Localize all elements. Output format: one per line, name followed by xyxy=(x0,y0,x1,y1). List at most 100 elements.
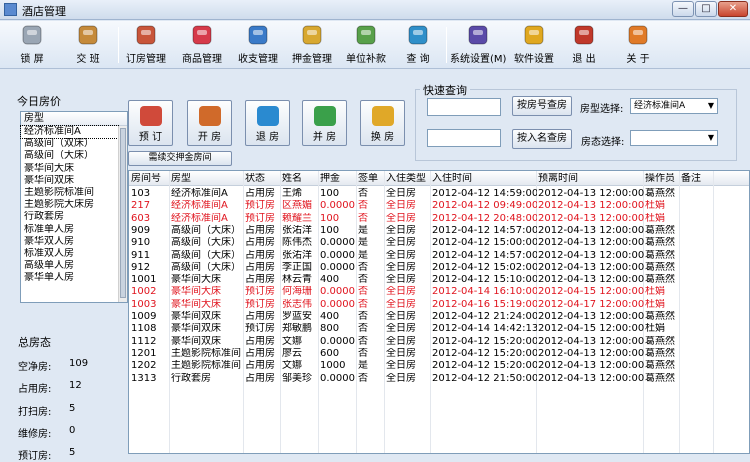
toolbar-button[interactable]: 商品管理 xyxy=(180,23,224,67)
column-header[interactable]: 预离时间 xyxy=(538,173,644,185)
table-cell: 400 xyxy=(320,274,340,286)
toolbar-button[interactable]: 关 于 xyxy=(618,23,658,67)
column-header[interactable]: 姓名 xyxy=(282,173,319,185)
room-type-item[interactable]: 高级间（大床） xyxy=(21,150,118,162)
room-type-column-header[interactable]: 房型 xyxy=(21,112,127,126)
table-row[interactable]: 1002 豪华间大床 预订房 何海珊 0.0000 否 全日房 2012-04-14 16:1… xyxy=(129,286,749,298)
room-type-item[interactable]: 豪华间双床 xyxy=(21,175,118,187)
maximize-button[interactable]: □ xyxy=(695,1,717,17)
room-type-item[interactable]: 标准双人房 xyxy=(21,248,118,260)
action-button-label: 换 房 xyxy=(370,132,395,143)
table-cell: 0.0000 xyxy=(320,249,355,261)
table-cell: 2012-04-13 12:00:00 xyxy=(538,188,644,199)
table-row[interactable]: 911 高级间（大床） 占用房 张㳓洋 0.0000 是 全日房 2012-04-12 14:… xyxy=(129,249,749,262)
search-by-name-button[interactable]: 按入名查房 xyxy=(512,129,572,149)
table-cell: 2012-04-12 14:57:00 xyxy=(432,249,537,261)
table-row[interactable]: 1108 豪华间双床 预订房 郑敏鹏 800 否 全日房 2012-04-14 14:42:1… xyxy=(129,323,749,335)
toolbar-button[interactable]: 查 询 xyxy=(398,23,438,67)
minimize-button[interactable]: — xyxy=(672,1,694,17)
room-type-item[interactable]: 豪华双人房 xyxy=(21,236,118,248)
chevron-down-icon[interactable]: ▼ xyxy=(708,99,714,113)
table-row[interactable]: 603 经济标准间A 预订房 赖耀兰 100 否 全日房 2012-04-12 20:48:0… xyxy=(129,212,749,225)
room-price-list[interactable]: 房型 经济标准间A 高级间（双床） 高级间（大床） 豪华间大床 豪华间双床 主题影院标准间… xyxy=(20,111,128,303)
column-header[interactable]: 入住类型 xyxy=(386,173,431,185)
change-room-button[interactable]: 换 房 xyxy=(360,100,405,146)
guest-name-input[interactable] xyxy=(427,129,501,147)
table-row[interactable]: 1201 主题影院标准间 占用房 廖云 600 否 全日房 2012-04-12 15:20:… xyxy=(129,347,749,360)
summary-label: 空净房: xyxy=(18,362,52,373)
table-cell: 0.0000 xyxy=(320,286,355,298)
chevron-down-icon[interactable]: ▼ xyxy=(708,131,714,145)
toolbar-button[interactable]: 收支管理 xyxy=(236,23,280,67)
table-row[interactable]: 1003 豪华间大床 预订房 张志伟 0.0000 否 全日房 2012-04-16 15:1… xyxy=(129,299,749,311)
table-row[interactable]: 910 高级间（大床） 占用房 陈伟杰 0.0000 是 全日房 2012-04-12 15:… xyxy=(129,237,749,249)
room-type-item[interactable]: 行政套房 xyxy=(21,211,118,223)
room-type-item[interactable]: 标准单人房 xyxy=(21,224,118,236)
room-status-select[interactable]: ▼ xyxy=(630,130,718,146)
column-header[interactable]: 房间号 xyxy=(131,173,169,185)
deposit-due-rooms-button[interactable]: 需续交押金房间 xyxy=(128,151,232,166)
column-header[interactable]: 房型 xyxy=(171,173,243,185)
table-cell: 2012-04-13 12:00:00 xyxy=(538,237,644,249)
toolbar-button[interactable]: 订房管理 xyxy=(124,23,168,67)
table-cell: 高级间（大床） xyxy=(171,237,241,249)
column-header[interactable]: 操作员 xyxy=(645,173,680,185)
search-by-room-button[interactable]: 按房号查房 xyxy=(512,96,572,116)
toolbar-button[interactable]: 系统设置(M) xyxy=(450,23,506,67)
table-row[interactable]: 103 经济标准间A 占用房 王烯 100 否 全日房 2012-04-12 14:59:00… xyxy=(129,188,749,200)
column-header[interactable]: 备注 xyxy=(681,173,721,185)
app-icon xyxy=(4,3,17,16)
column-header[interactable]: 入住时间 xyxy=(432,173,537,185)
toolbar-button[interactable]: 退 出 xyxy=(564,23,604,67)
toolbar-button[interactable]: 押金管理 xyxy=(290,23,334,67)
merge-room-button[interactable]: 并 房 xyxy=(302,100,347,146)
table-row[interactable]: 909 高级间（大床） 占用房 张㳓洋 100 是 全日房 2012-04-12 14:57:… xyxy=(129,225,749,237)
room-type-item[interactable]: 主题影院大床房 xyxy=(21,199,118,211)
room-type-item[interactable]: 豪华单人房 xyxy=(21,272,118,284)
close-button[interactable]: ✕ xyxy=(718,1,748,17)
table-cell: 杜娟 xyxy=(645,212,665,224)
book-button[interactable]: 预 订 xyxy=(128,100,173,146)
room-type-select[interactable]: 经济标准间A ▼ xyxy=(630,98,718,114)
room-type-item[interactable]: 主题影院标准间 xyxy=(21,187,118,199)
table-cell: 葛燕然 xyxy=(645,311,675,322)
open-room-button[interactable]: 开 房 xyxy=(187,100,232,146)
room-type-item[interactable]: 高级间（双床） xyxy=(21,138,118,150)
table-cell: 全日房 xyxy=(386,261,416,273)
scrollbar-thumb[interactable] xyxy=(120,128,126,298)
column-header[interactable]: 状态 xyxy=(245,173,281,185)
summary-label: 维修房: xyxy=(18,429,52,440)
table-row[interactable]: 912 高级间（大床） 占用房 李正国 0.0000 否 全日房 2012-04-12 15:… xyxy=(129,261,749,274)
checkout-button[interactable]: 退 房 xyxy=(245,100,290,146)
room-number-input[interactable] xyxy=(427,98,501,116)
room-type-item[interactable]: 经济标准间A xyxy=(20,124,119,140)
table-cell: 100 xyxy=(320,188,340,199)
table-row[interactable]: 217 经济标准间A 预订房 区燕媚 0.0000 否 全日房 2012-04-12 09:4… xyxy=(129,200,749,212)
table-row[interactable]: 1202 主题影院标准间 占用房 文娜 1000 是 全日房 2012-04-12 15:20… xyxy=(129,360,749,372)
calculator-icon xyxy=(244,23,272,47)
room-list-scrollbar[interactable] xyxy=(118,126,127,302)
table-cell: 2012-04-12 21:24:00 xyxy=(432,311,537,322)
toolbar-button[interactable]: 软件设置 xyxy=(512,23,556,67)
table-row[interactable]: 1313 行政套房 占用房 邹美珍 0.0000 否 全日房 2012-04-12 21:50… xyxy=(129,373,749,385)
table-row[interactable]: 1112 豪华间双床 占用房 文娜 0.0000 否 全日房 2012-04-12 15:20… xyxy=(129,336,749,348)
swap-icon xyxy=(371,106,394,126)
key-icon xyxy=(18,23,46,47)
room-type-select-value: 经济标准间A xyxy=(634,101,686,111)
toolbar-button[interactable]: 单位补款 xyxy=(344,23,388,67)
table-row[interactable]: 1009 豪华间双床 占用房 罗蓝安 400 否 全日房 2012-04-12 21:24:0… xyxy=(129,311,749,323)
table-row[interactable]: 1001 豪华间大床 占用房 林云青 400 否 全日房 2012-04-12 15:10:0… xyxy=(129,274,749,286)
room-type-item[interactable]: 高级单人房 xyxy=(21,260,118,272)
column-header[interactable]: 签单 xyxy=(358,173,385,185)
table-cell: 廖云 xyxy=(282,347,302,359)
room-status-table[interactable]: 房间号 房型 状态 姓名 押金 签单 入住类型 入住时间 预离时间 操作员 备注 103 经济标准间A… xyxy=(128,170,750,454)
toolbar-button[interactable]: 锁 屏 xyxy=(14,23,50,67)
toolbar-button[interactable]: 交 班 xyxy=(70,23,106,67)
table-cell: 2012-04-14 14:42:13 xyxy=(432,323,537,335)
gear-icon xyxy=(520,23,548,47)
table-cell: 王烯 xyxy=(282,188,302,199)
column-header[interactable]: 押金 xyxy=(320,173,357,185)
room-type-item[interactable]: 豪华间大床 xyxy=(21,163,118,175)
table-cell: 杜娟 xyxy=(645,286,665,298)
toolbar-separator xyxy=(446,27,447,63)
